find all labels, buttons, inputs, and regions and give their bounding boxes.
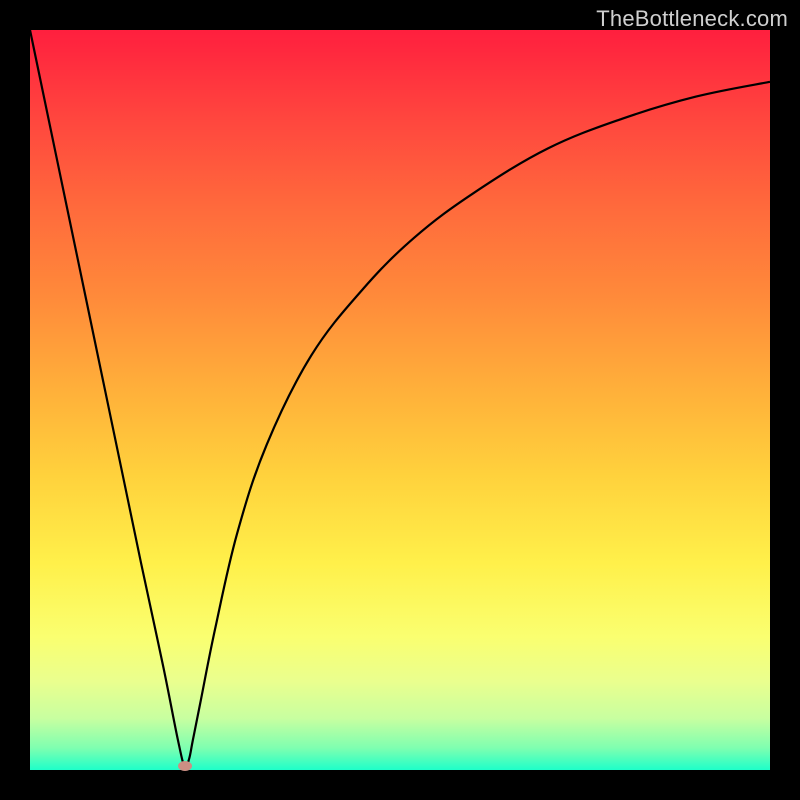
bottleneck-curve-path	[30, 30, 770, 767]
minimum-marker	[178, 761, 192, 771]
chart-frame: TheBottleneck.com	[0, 0, 800, 800]
plot-area	[30, 30, 770, 770]
watermark-text: TheBottleneck.com	[596, 6, 788, 32]
curve-layer	[30, 30, 770, 770]
